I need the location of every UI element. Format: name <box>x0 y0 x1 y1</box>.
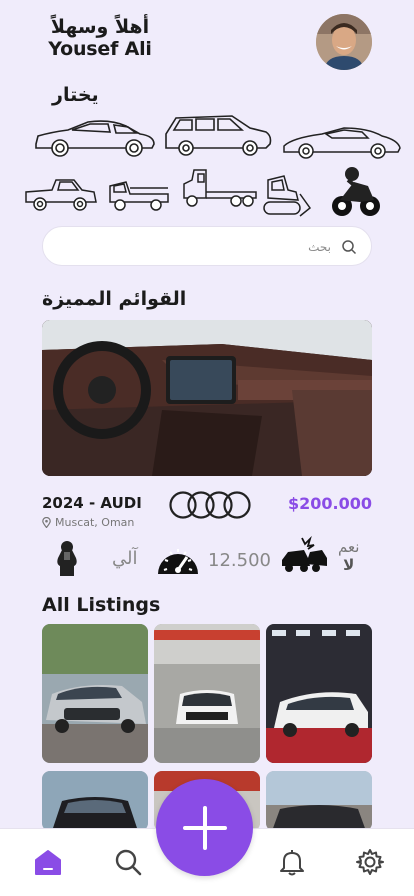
listing-card[interactable] <box>42 624 148 763</box>
listing-card[interactable] <box>266 624 372 763</box>
location-pin-icon <box>42 517 51 528</box>
listing-card[interactable] <box>266 771 372 831</box>
pickup-truck-icon[interactable] <box>24 176 98 214</box>
user-name: Yousef Ali <box>48 38 152 60</box>
accident-yes-text: نعم <box>338 538 360 556</box>
nav-settings[interactable] <box>356 848 384 876</box>
nav-search[interactable] <box>114 848 142 876</box>
listing-card[interactable] <box>154 624 260 763</box>
nav-home[interactable] <box>34 848 62 876</box>
sedan-icon[interactable] <box>32 114 158 160</box>
featured-car-image[interactable] <box>42 320 372 476</box>
plus-icon <box>182 805 227 850</box>
search-icon[interactable] <box>341 239 357 255</box>
nav-notifications[interactable] <box>278 848 306 876</box>
listing-photo <box>266 624 372 763</box>
listing-photo <box>42 624 148 763</box>
bulldozer-icon[interactable] <box>258 172 312 220</box>
home-icon <box>35 850 61 875</box>
mileage-value: 12.500 <box>208 549 271 571</box>
all-listings-title: All Listings <box>42 594 161 616</box>
transmission-value: آلي <box>112 547 138 569</box>
avatar[interactable] <box>316 14 372 70</box>
transmission-spec: آلي <box>52 540 138 576</box>
car-crash-icon <box>282 536 327 572</box>
listing-price: $200.000 <box>287 494 372 513</box>
greeting-block: أهلاً وسهلاً Yousef Ali <box>40 16 160 60</box>
motorcycle-icon[interactable] <box>330 164 382 220</box>
accident-spec: نعم لا <box>280 536 359 576</box>
listing-location: Muscat, Oman <box>42 516 134 529</box>
search-input[interactable] <box>59 236 331 258</box>
mileage-spec: 12.500 <box>156 542 271 578</box>
listing-photo <box>42 771 148 831</box>
listing-photo <box>154 624 260 763</box>
audi-logo-icon <box>168 490 252 520</box>
search-bar[interactable] <box>42 226 372 266</box>
sports-car-icon[interactable] <box>282 124 402 160</box>
flatbed-truck-icon[interactable] <box>106 178 172 214</box>
listing-card[interactable] <box>42 771 148 831</box>
bell-icon <box>280 850 304 876</box>
settings-gear-icon <box>356 849 384 875</box>
location-text: Muscat, Oman <box>55 516 135 529</box>
accident-no-text: لا <box>343 556 355 574</box>
semi-truck-icon[interactable] <box>180 168 258 210</box>
speedometer-icon <box>158 549 198 574</box>
suv-icon[interactable] <box>162 112 274 158</box>
greeting-text: أهلاً وسهلاً <box>50 16 150 38</box>
listing-photo <box>266 771 372 831</box>
add-listing-button[interactable] <box>156 779 253 876</box>
listing-title: 2024 - AUDI <box>42 494 142 512</box>
gear-shift-icon <box>57 541 77 576</box>
featured-listings-title: القوائم المميزة <box>42 288 187 310</box>
choose-label: يختار <box>52 84 99 106</box>
search-icon <box>115 849 142 876</box>
accident-values: نعم لا <box>338 538 359 574</box>
